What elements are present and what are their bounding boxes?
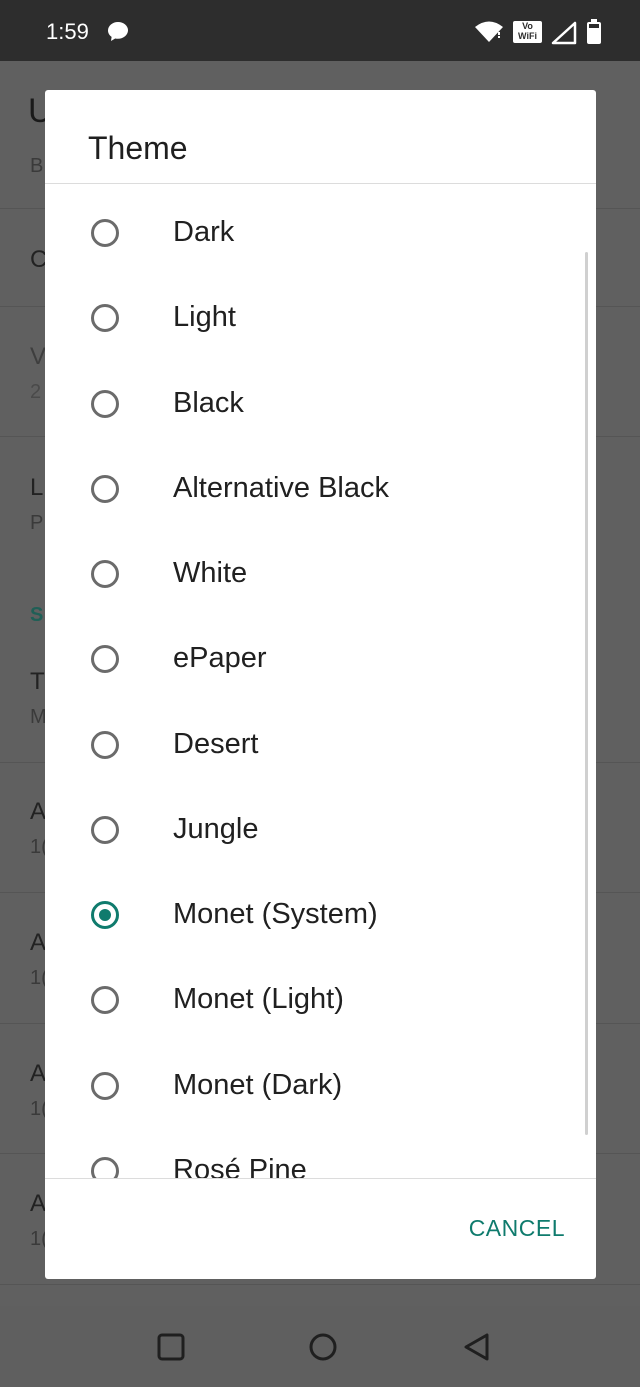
theme-option-jungle[interactable]: Jungle: [45, 792, 596, 877]
theme-options-list[interactable]: Dark Light Black Alternative Black White…: [45, 184, 596, 1178]
scrollbar[interactable]: [585, 252, 588, 1135]
settings-section-header: S: [30, 604, 44, 626]
option-label: Monet (System): [173, 898, 378, 930]
radio-button[interactable]: [91, 219, 119, 247]
option-label: White: [173, 557, 248, 589]
radio-button[interactable]: [91, 731, 119, 759]
theme-option-light[interactable]: Light: [45, 280, 596, 365]
settings-divider: [0, 1284, 640, 1285]
option-label: ePaper: [173, 642, 267, 674]
theme-option-dark[interactable]: Dark: [45, 195, 596, 280]
option-label: Desert: [173, 728, 259, 760]
navigation-bar: [0, 1306, 640, 1387]
settings-row-text: T: [30, 668, 45, 695]
dialog-title: Theme: [88, 130, 188, 166]
settings-row-text: V: [30, 343, 47, 370]
option-label: Dark: [173, 216, 235, 248]
option-label: Jungle: [173, 813, 259, 845]
theme-option-rose-pine[interactable]: Rosé Pine: [45, 1133, 596, 1178]
back-triangle-icon[interactable]: [462, 1332, 492, 1367]
radio-button[interactable]: [91, 390, 119, 418]
cancel-button[interactable]: CANCEL: [445, 1215, 565, 1255]
dialog-divider: [45, 1178, 596, 1179]
option-label: Light: [173, 301, 236, 333]
chat-bubble-icon: [106, 20, 130, 49]
option-label: Rosé Pine: [173, 1154, 307, 1178]
settings-row-text: A: [30, 1060, 47, 1087]
radio-button[interactable]: [91, 645, 119, 673]
option-label: Monet (Dark): [173, 1069, 343, 1101]
settings-row-sub: P: [30, 512, 44, 534]
theme-option-epaper[interactable]: ePaper: [45, 621, 596, 706]
option-label: Monet (Light): [173, 983, 344, 1015]
settings-row-sub: 2: [30, 381, 42, 403]
radio-button[interactable]: [91, 1157, 119, 1178]
theme-option-black[interactable]: Black: [45, 366, 596, 451]
theme-option-alternative-black[interactable]: Alternative Black: [45, 451, 596, 536]
settings-row-text: A: [30, 929, 47, 956]
theme-option-monet-system[interactable]: Monet (System): [45, 877, 596, 962]
radio-button-selected[interactable]: [91, 901, 119, 929]
radio-button[interactable]: [91, 1072, 119, 1100]
radio-button[interactable]: [91, 475, 119, 503]
wifi-icon: [474, 20, 504, 49]
radio-button[interactable]: [91, 986, 119, 1014]
radio-button[interactable]: [91, 816, 119, 844]
theme-option-white[interactable]: White: [45, 536, 596, 621]
radio-button[interactable]: [91, 560, 119, 588]
status-bar: 1:59 Vo WiFi: [0, 0, 640, 61]
option-label: Black: [173, 387, 244, 419]
radio-button[interactable]: [91, 304, 119, 332]
settings-row-text: A: [30, 1190, 47, 1217]
home-circle-icon[interactable]: [308, 1332, 338, 1367]
settings-row-text: A: [30, 798, 47, 825]
settings-row-text: L: [30, 474, 44, 501]
vowifi-icon: Vo WiFi: [513, 21, 542, 43]
theme-option-monet-dark[interactable]: Monet (Dark): [45, 1048, 596, 1133]
status-time: 1:59: [46, 19, 89, 44]
battery-icon: [585, 18, 603, 51]
signal-icon: [551, 21, 577, 50]
option-label: Alternative Black: [173, 472, 389, 504]
theme-option-monet-light[interactable]: Monet (Light): [45, 962, 596, 1047]
theme-option-desert[interactable]: Desert: [45, 707, 596, 792]
theme-dialog: Theme Dark Light Black Alternative Black…: [45, 90, 596, 1279]
settings-row-text: B: [30, 155, 44, 177]
recents-square-icon[interactable]: [156, 1332, 186, 1367]
